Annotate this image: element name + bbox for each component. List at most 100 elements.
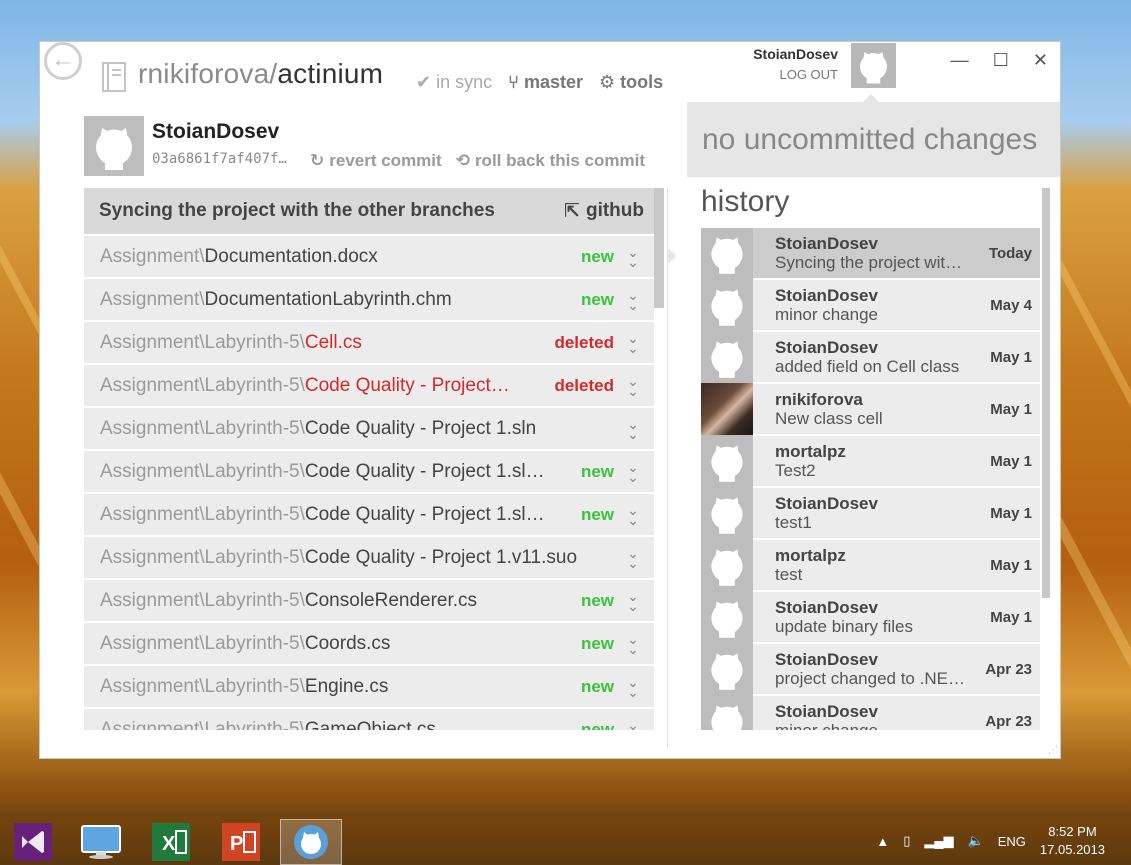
history-text: mortalpz Test2	[753, 442, 990, 480]
chevron-down-icon[interactable]: ⌄⌄	[626, 675, 640, 699]
file-row[interactable]: Assignment\Labyrinth-5\Coords.cs new ⌄ ⌄	[84, 623, 654, 664]
revert-commit-button[interactable]: ↻ revert commit	[310, 151, 442, 171]
history-scrollbar[interactable]	[1042, 188, 1050, 598]
rollback-commit-button[interactable]: ⟲ roll back this commit	[456, 151, 645, 171]
file-row[interactable]: Assignment\DocumentationLabyrinth.chm new…	[84, 279, 654, 320]
files-scrollbar[interactable]	[654, 188, 664, 308]
history-author: StoianDosev	[775, 598, 878, 617]
file-path: Assignment\Labyrinth-5\Code Quality - Pr…	[100, 461, 571, 483]
file-row[interactable]: Assignment\Labyrinth-5\ConsoleRenderer.c…	[84, 580, 654, 621]
powerpoint-taskbar-button[interactable]: P	[210, 819, 272, 865]
file-row[interactable]: Assignment\Labyrinth-5\Code Quality - Pr…	[84, 451, 654, 492]
maximize-icon[interactable]: ☐	[993, 50, 1009, 71]
minimize-icon[interactable]: —	[951, 50, 969, 71]
file-status: new	[580, 461, 614, 481]
history-author: StoianDosev	[775, 702, 878, 721]
history-avatar	[701, 539, 753, 591]
account-avatar[interactable]	[851, 43, 896, 88]
file-dir: Assignment\Labyrinth-5\	[100, 460, 305, 482]
history-item[interactable]: mortalpz test May 1	[701, 539, 1040, 591]
clock[interactable]: 8:52 PM 17.05.2013	[1040, 823, 1105, 859]
history-avatar	[701, 643, 753, 695]
chevron-down-icon[interactable]: ⌄⌄	[626, 245, 640, 269]
history-item[interactable]: mortalpz Test2 May 1	[701, 435, 1040, 487]
history-author: rnikiforova	[775, 390, 863, 409]
chevron-down-icon[interactable]: ⌄⌄	[626, 374, 640, 398]
chevron-down-icon[interactable]: ⌄⌄	[626, 503, 640, 527]
file-row[interactable]: Assignment\Labyrinth-5\Engine.cs new ⌄ ⌄	[84, 666, 654, 707]
history-item[interactable]: StoianDosev minor change May 4	[701, 279, 1040, 331]
chevron-down-icon[interactable]: ⌄⌄	[626, 589, 640, 613]
sync-status[interactable]: ✔ in sync	[416, 72, 492, 93]
account-block: StoianDosev LOG OUT	[753, 46, 838, 82]
close-icon[interactable]: ✕	[1033, 50, 1048, 71]
file-path: Assignment\Labyrinth-5\Code Quality - Pr…	[100, 418, 604, 440]
history-author: StoianDosev	[775, 234, 878, 253]
history-avatar	[701, 331, 753, 383]
chevron-down-icon[interactable]: ⌄⌄	[626, 460, 640, 484]
repo-actions: ✔ in sync ⑂ master ⚙ tools	[416, 72, 663, 93]
back-icon[interactable]: ←	[44, 42, 82, 80]
file-dir: Assignment\Labyrinth-5\	[100, 632, 305, 654]
history-item[interactable]: StoianDosev test1 May 1	[701, 487, 1040, 539]
sync-label: in sync	[436, 72, 493, 92]
chevron-down-icon[interactable]: ⌄⌄	[626, 417, 640, 441]
repo-owner[interactable]: rnikiforova	[138, 58, 269, 89]
chevron-down-icon[interactable]: ⌄⌄	[626, 331, 640, 355]
excel-taskbar-button[interactable]: X	[140, 819, 202, 865]
notch-icon	[863, 94, 879, 102]
remote-desktop-taskbar-button[interactable]	[70, 819, 132, 865]
history-date: Apr 23	[985, 712, 1032, 730]
commit-sha[interactable]: 03a6861f7af407f…	[152, 151, 287, 167]
show-hidden-icons-icon[interactable]: ▲	[876, 834, 889, 849]
power-icon[interactable]: ▯	[903, 833, 910, 849]
file-dir: Assignment\Labyrinth-5\	[100, 331, 305, 353]
history-item[interactable]: StoianDosev Syncing the project wit… Today	[701, 228, 1040, 279]
branch-button[interactable]: ⑂ master	[508, 72, 583, 93]
file-row[interactable]: Assignment\Labyrinth-5\Cell.cs deleted ⌄ ⌄	[84, 322, 654, 363]
file-name: Documentation.docx	[204, 245, 378, 267]
chevron-down-icon[interactable]: ⌄⌄	[626, 288, 640, 312]
volume-icon[interactable]: 🔈	[968, 833, 984, 849]
history-item[interactable]: StoianDosev added field on Cell class May …	[701, 331, 1040, 383]
chevron-down-icon[interactable]: ⌄⌄	[626, 718, 640, 731]
file-name: Coords.cs	[304, 632, 391, 654]
octocat-icon	[711, 653, 743, 690]
file-status: deleted	[554, 375, 614, 395]
commit-author: StoianDosev	[152, 120, 280, 143]
file-dir: Assignment\	[100, 288, 205, 310]
history-item[interactable]: StoianDosev update binary files May 1	[701, 591, 1040, 643]
file-status: new	[580, 719, 614, 731]
file-name: GameObject.cs	[304, 718, 436, 731]
history-item[interactable]: StoianDosevminor changeApr 23	[701, 695, 1040, 730]
file-row[interactable]: Assignment\Labyrinth-5\Code Quality - Pr…	[84, 365, 654, 406]
github-link[interactable]: ⇱ github	[564, 200, 644, 223]
uncommitted-changes-panel[interactable]: no uncommitted changes	[687, 102, 1060, 177]
file-name: ConsoleRenderer.cs	[304, 589, 478, 611]
octocat-icon	[711, 237, 743, 274]
logout-link[interactable]: LOG OUT	[753, 67, 838, 82]
file-row[interactable]: Assignment\Documentation.docx new ⌄ ⌄	[84, 236, 654, 277]
file-row[interactable]: Assignment\Labyrinth-5\Code Quality - Pr…	[84, 494, 654, 535]
resize-grip-icon[interactable]: ⋰	[1048, 745, 1058, 756]
history-item[interactable]: StoianDosev project changed to .NE… Apr 23	[701, 643, 1040, 695]
history-item[interactable]: rnikiforova New class cell May 1	[701, 383, 1040, 435]
file-row[interactable]: Assignment\Labyrinth-5\Code Quality - Pr…	[84, 537, 654, 578]
file-status: new	[580, 289, 614, 309]
file-name: Code Quality - Project 1.v11.suo	[304, 546, 578, 568]
history-avatar	[701, 487, 753, 539]
file-row[interactable]: Assignment\Labyrinth-5\GameObject.cs new ⌄…	[84, 709, 654, 730]
language-indicator[interactable]: ENG	[998, 834, 1026, 849]
chevron-down-icon[interactable]: ⌄⌄	[626, 632, 640, 656]
github-taskbar-button[interactable]	[280, 819, 342, 865]
file-status: new	[580, 676, 614, 696]
tools-button[interactable]: ⚙ tools	[599, 72, 663, 93]
chevron-down-icon[interactable]: ⌄⌄	[626, 546, 640, 570]
powerpoint-icon: P	[222, 823, 260, 861]
visual-studio-taskbar-button[interactable]	[2, 819, 64, 865]
branch-label: master	[523, 72, 583, 92]
repo-name[interactable]: actinium	[277, 58, 383, 89]
history-date: Apr 23	[985, 660, 1032, 678]
file-row[interactable]: Assignment\Labyrinth-5\Code Quality - Pr…	[84, 408, 654, 449]
signal-icon[interactable]: ▂▄▆	[924, 833, 953, 849]
